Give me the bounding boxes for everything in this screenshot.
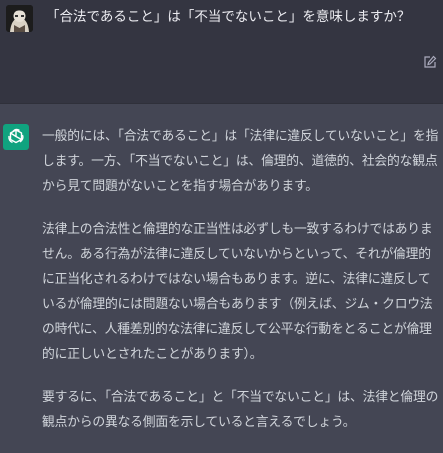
user-message-text: 「合法であること」は「不当でないこと」を意味しますか？	[46, 9, 411, 25]
user-message-row: 「合法であること」は「不当でないこと」を意味しますか？	[0, 0, 443, 104]
assistant-paragraph: 要するに、「合法であること」と「不当でないこと」は、法律と倫理の観点からの異なる…	[42, 390, 439, 430]
user-avatar-icon	[6, 5, 33, 32]
openai-logo-icon	[3, 124, 29, 150]
assistant-message-row: 一般的には、「合法であること」は「法律に違反していないこと」を指します。一方、「…	[0, 104, 443, 443]
pencil-edit-icon[interactable]	[423, 54, 437, 68]
assistant-message-body: 一般的には、「合法であること」は「法律に違反していないこと」を指します。一方、「…	[42, 124, 439, 453]
assistant-paragraph: 法律上の合法性と倫理的な正当性は必ずしも一致するわけではありません。ある行為が法…	[42, 222, 433, 362]
assistant-paragraph: 一般的には、「合法であること」は「法律に違反していないこと」を指します。一方、「…	[42, 129, 439, 194]
